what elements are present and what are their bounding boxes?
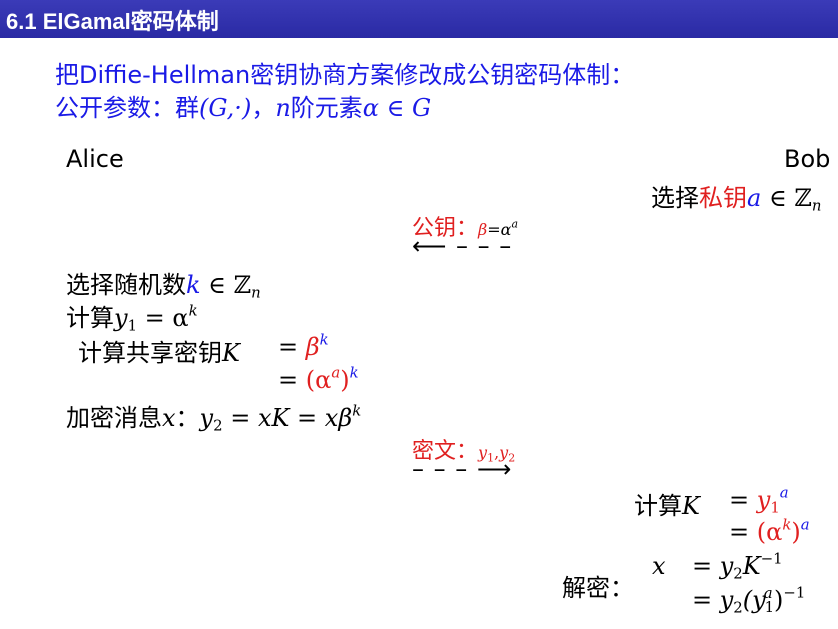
exp-k: k — [188, 301, 198, 320]
slide-title: 6.1 ElGamal密码体制 — [6, 9, 219, 34]
compute-label: 计算 — [66, 304, 114, 332]
x-var: x — [162, 404, 176, 432]
eq-sign: = — [278, 333, 306, 361]
arrow-right: – – – ⟶ — [412, 455, 513, 483]
compute-label: 计算 — [634, 492, 682, 520]
K-var: K — [742, 552, 761, 580]
intro-line-2: 公开参数：群(G,·)，n阶元素α ∈ G — [55, 88, 431, 123]
paren-close: ) — [340, 366, 350, 394]
zn-sub: n — [251, 283, 261, 302]
K-var: K — [222, 339, 240, 367]
bob-K-rhs1: = y1a — [729, 483, 789, 517]
paren-close: ) — [774, 586, 784, 614]
bob-private-key: 选择私钥a ∈ ℤn — [651, 178, 821, 213]
exp-k: k — [319, 330, 329, 349]
eq-sign: = — [729, 518, 757, 546]
private-key-var: a — [747, 184, 762, 212]
decrypt-label: 解密： — [562, 574, 634, 602]
alice-shared-key: 计算共享密钥K — [78, 333, 240, 368]
y1-sub: 1 — [764, 598, 775, 617]
alpha-open: (α — [305, 366, 332, 394]
bob-compute-K: 计算K — [634, 486, 700, 521]
bob-K-rhs2: = (αk)a — [729, 515, 810, 546]
alice-compute-y1: 计算y1 = αk — [66, 298, 198, 333]
alice-label: Alice — [66, 145, 124, 173]
bob-label: Bob — [784, 145, 831, 173]
zn-set: ∈ ℤ — [761, 184, 812, 212]
decrypt-rhs2: = y2(ya1)−1 — [692, 583, 806, 617]
element-expr: α ∈ G — [362, 94, 432, 122]
eq-sign: = — [278, 366, 306, 394]
exp-a: a — [331, 363, 341, 382]
exp-k: k — [349, 363, 359, 382]
element-label: 阶元素 — [290, 94, 363, 122]
order-var: n — [275, 94, 291, 122]
intro-line-1-text: 把Diffie-Hellman密钥协商方案修改成公钥密码体制： — [55, 61, 635, 89]
y1-open: (y — [742, 586, 766, 614]
group-expr: (G,·) — [199, 94, 252, 122]
separator: ， — [251, 94, 276, 122]
shared-key-rhs1: = βk — [278, 330, 329, 361]
y-var: y — [114, 304, 128, 332]
exp-minus-one: −1 — [760, 549, 783, 568]
exp-a: a — [511, 217, 519, 231]
exp-k: k — [782, 515, 792, 534]
encrypt-label: 加密消息 — [66, 404, 162, 432]
public-params-label: 公开参数：群 — [55, 94, 199, 122]
decrypt-rhs1: = y2K−1 — [692, 549, 783, 583]
alpha-open: (α — [756, 518, 783, 546]
arrow-left: ⟵ – – – — [412, 232, 513, 260]
eq-y: = y — [692, 552, 734, 580]
y1-sub: 1 — [770, 498, 780, 517]
exp-a: a — [779, 483, 789, 502]
exp-minus-one: −1 — [783, 583, 806, 602]
encrypt-expr: = xK = xβ — [222, 404, 353, 432]
private-key-label: 私钥 — [699, 184, 747, 212]
alice-choose-random: 选择随机数k ∈ ℤn — [66, 265, 261, 300]
zn-sub: n — [811, 196, 822, 215]
y-sub: 2 — [213, 416, 223, 435]
alice-encrypt: 加密消息x：y2 = xK = xβk — [66, 398, 361, 433]
shared-key-rhs2: = (αa)k — [278, 363, 359, 394]
shared-key-label: 计算共享密钥 — [78, 339, 222, 367]
eq-sign: = — [729, 486, 757, 514]
y-sub: 1 — [127, 316, 138, 335]
y1-var: y — [756, 486, 771, 514]
title-bar: 6.1 ElGamal密码体制 — [0, 0, 838, 38]
intro-line-1: 把Diffie-Hellman密钥协商方案修改成公钥密码体制： — [55, 55, 634, 90]
decrypt-x-var: x — [652, 552, 666, 580]
K-var: K — [682, 492, 700, 520]
random-var: k — [186, 271, 201, 299]
colon: ： — [175, 404, 200, 432]
eq-y: = y — [692, 586, 734, 614]
zn-set: ∈ ℤ — [200, 271, 252, 299]
beta-var: β — [305, 333, 320, 361]
y2-sub: 2 — [733, 564, 743, 583]
alpha-expr: = α — [137, 304, 189, 332]
paren-close: ) — [791, 518, 801, 546]
exp-k: k — [352, 401, 362, 420]
exp-a: a — [800, 515, 810, 534]
y-var: y — [199, 404, 214, 432]
choose-random-label: 选择随机数 — [66, 271, 186, 299]
y2-sub: 2 — [733, 598, 743, 617]
choose-label: 选择 — [651, 184, 699, 212]
